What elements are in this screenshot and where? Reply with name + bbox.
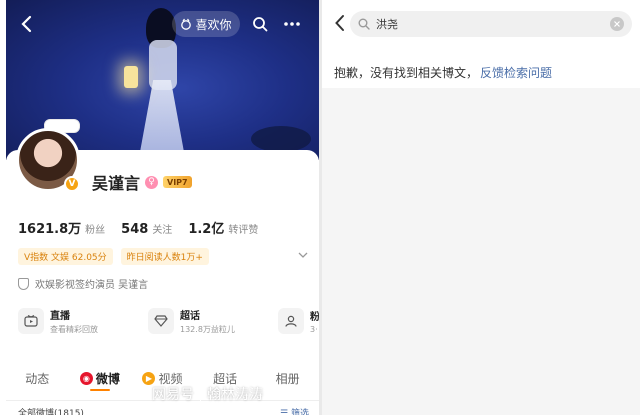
name-row: 吴谨言 ♀ VIP7 <box>92 170 192 194</box>
like-icon <box>181 18 192 30</box>
more-dots-icon <box>284 22 300 26</box>
weibo-logo-icon: ◉ <box>79 371 93 385</box>
stat-value: 548 <box>121 222 149 237</box>
feature-title: 直播 <box>50 311 70 322</box>
feature-text: 粉 3· <box>310 308 319 334</box>
search-back-button[interactable] <box>328 12 350 34</box>
chevron-left-icon <box>334 15 344 31</box>
chevron-left-icon <box>21 15 32 33</box>
feature-subtitle: 132.8万益粒儿 <box>180 325 235 334</box>
no-result-message: 抱歉，没有找到相关博文， 反馈检索问题 <box>334 64 552 81</box>
feature-title: 超话 <box>180 311 200 322</box>
profile-name: 吴谨言 <box>92 174 141 193</box>
search-bar[interactable] <box>350 11 632 37</box>
video-icon: ▶ <box>142 371 156 385</box>
stat-followers[interactable]: 1621.8万 粉丝 <box>18 218 105 237</box>
filter-label: 筛选 <box>290 409 309 415</box>
watermark-separator <box>200 387 201 401</box>
search-input[interactable] <box>376 17 604 31</box>
tv-icon <box>18 308 44 334</box>
tab-label: 动态 <box>25 371 50 386</box>
chevron-down-icon[interactable] <box>298 250 308 261</box>
clear-search-button[interactable] <box>610 17 624 31</box>
search-icon <box>253 17 268 32</box>
cover-lantern <box>124 66 138 88</box>
feature-shortcuts: 直播 查看精彩回放 超话 132.8万益粒儿 粉 3· <box>18 302 319 340</box>
feature-live[interactable]: 直播 查看精彩回放 <box>18 302 140 340</box>
tab-label: 微博 <box>95 371 120 386</box>
stat-following[interactable]: 548 关注 <box>121 221 172 237</box>
tab-album[interactable]: 相册 <box>256 370 319 387</box>
stat-label: 转评赞 <box>228 225 259 236</box>
profile-card: V 吴谨言 ♀ VIP7 1621.8万 粉丝 548 关注 1.2亿 转评赞 … <box>6 119 319 415</box>
stat-value: 1.2亿 <box>188 222 225 237</box>
feature-text: 直播 查看精彩回放 <box>50 307 98 335</box>
feature-fans[interactable]: 粉 3· <box>278 302 319 340</box>
active-tab-indicator <box>90 389 110 391</box>
stat-interactions[interactable]: 1.2亿 转评赞 <box>188 218 258 237</box>
verification-info: 欢娱影视签约演员 吴谨言 <box>18 276 148 291</box>
watermark-site: 网易号 <box>152 387 194 403</box>
profile-stats: 1621.8万 粉丝 548 关注 1.2亿 转评赞 <box>18 218 258 237</box>
cover-rock-shape <box>251 126 311 152</box>
like-you-label: 喜欢你 <box>195 17 232 32</box>
filter-icon: ☰ <box>280 409 291 415</box>
vip-badge[interactable]: VIP7 <box>163 176 192 188</box>
stat-value: 1621.8万 <box>18 222 82 237</box>
profile-tags: V指数 文娱 62.05分 昨日阅读人数1万+ <box>18 248 308 265</box>
all-posts-count[interactable]: 全部微博(1815) <box>18 406 84 415</box>
profile-search-button[interactable] <box>248 11 272 37</box>
shield-icon <box>18 277 29 290</box>
more-button[interactable] <box>280 11 304 37</box>
tab-feed[interactable]: 动态 <box>6 370 69 387</box>
search-header <box>322 0 640 48</box>
profile-panel: 喜欢你 V 吴谨言 ♀ VIP7 1621.8万 粉丝 548 关注 1.2亿 … <box>6 0 319 415</box>
daily-readers-tag[interactable]: 昨日阅读人数1万+ <box>120 248 209 265</box>
female-gender-icon: ♀ <box>145 175 159 189</box>
tab-label: 相册 <box>275 371 300 386</box>
feature-supertopic[interactable]: 超话 132.8万益粒儿 <box>148 302 270 340</box>
feature-text: 超话 132.8万益粒儿 <box>180 307 235 335</box>
feature-subtitle: 3· <box>310 325 318 334</box>
search-panel: 抱歉，没有找到相关博文， 反馈检索问题 <box>322 0 640 415</box>
stat-label: 粉丝 <box>85 225 106 236</box>
tab-weibo[interactable]: ◉ 微博 <box>69 370 132 387</box>
feature-subtitle: 查看精彩回放 <box>50 325 98 334</box>
like-you-button[interactable]: 喜欢你 <box>172 11 240 37</box>
search-icon <box>358 18 370 30</box>
diamond-icon <box>148 308 174 334</box>
watermark-author: 翰林涛涛 <box>207 387 263 403</box>
verification-text: 欢娱影视签约演员 吴谨言 <box>35 280 149 291</box>
v-index-tag[interactable]: V指数 文娱 62.05分 <box>18 248 113 265</box>
feature-title: 粉 <box>310 312 319 323</box>
filter-button[interactable]: ☰ 筛选 <box>280 406 309 415</box>
watermark: 网易号 翰林涛涛 <box>152 384 263 404</box>
cover-figure-dress <box>140 80 184 152</box>
user-group-icon <box>278 308 304 334</box>
back-button[interactable] <box>14 11 38 37</box>
no-result-text: 抱歉，没有找到相关博文， <box>334 66 479 80</box>
close-icon <box>614 21 620 27</box>
feedback-link[interactable]: 反馈检索问题 <box>480 64 552 81</box>
stat-label: 关注 <box>152 225 173 236</box>
verified-badge: V <box>64 176 80 192</box>
search-results: 抱歉，没有找到相关博文， 反馈检索问题 <box>322 48 640 88</box>
